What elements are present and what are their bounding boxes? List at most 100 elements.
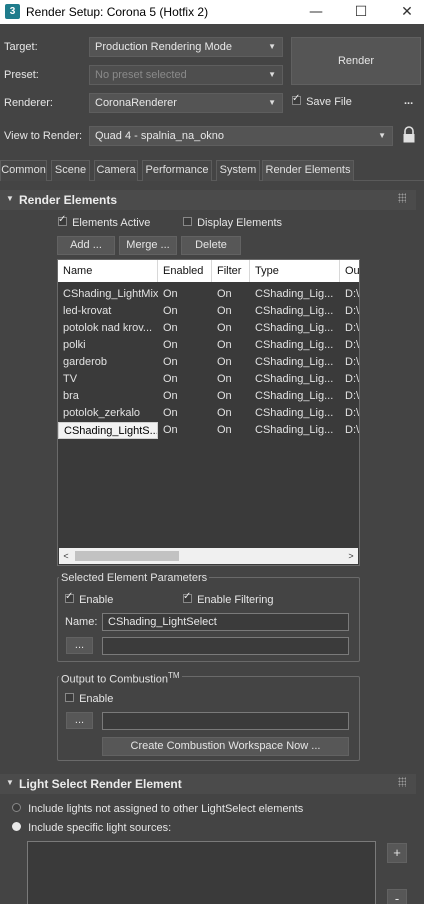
render-button[interactable]: Render xyxy=(291,37,421,85)
column-header-name[interactable]: Name xyxy=(58,260,158,282)
column-header-type[interactable]: Type xyxy=(250,260,340,282)
table-row[interactable]: CShading_LightS... On On CShading_Lig... D:\ xyxy=(58,422,359,439)
row-type-cell: CShading_Lig... xyxy=(255,305,334,317)
combustion-title: Output to CombustionTM xyxy=(59,671,182,686)
row-output-cell: D:\ xyxy=(345,373,359,385)
trademark-mark: TM xyxy=(168,671,180,680)
collapse-triangle-icon: ▼ xyxy=(6,194,14,203)
radio-on-icon xyxy=(12,822,21,831)
renderer-dropdown[interactable]: CoronaRenderer ▼ xyxy=(89,93,283,113)
table-row[interactable]: led-krovat On On CShading_Lig... D:\ xyxy=(58,303,359,320)
row-enabled-cell: On xyxy=(163,288,178,300)
scroll-right-icon[interactable]: > xyxy=(344,548,358,564)
light-sources-list[interactable] xyxy=(27,841,376,904)
row-enabled-cell: On xyxy=(163,305,178,317)
row-filter-cell: On xyxy=(217,288,232,300)
grip-icon[interactable] xyxy=(398,193,406,203)
renderer-label: Renderer: xyxy=(4,97,53,109)
row-name-cell: bra xyxy=(63,390,79,402)
create-combustion-workspace-button[interactable]: Create Combustion Workspace Now ... xyxy=(102,737,349,756)
tab-common[interactable]: Common xyxy=(0,160,47,181)
combustion-enable-checkbox[interactable]: Enable xyxy=(65,693,113,705)
row-name-cell: polki xyxy=(63,339,86,351)
delete-element-button[interactable]: Delete xyxy=(181,236,241,255)
horizontal-scrollbar[interactable]: < > xyxy=(59,548,358,564)
preset-label: Preset: xyxy=(4,69,39,81)
preset-value: No preset selected xyxy=(95,69,187,81)
scrollbar-thumb[interactable] xyxy=(75,551,179,561)
scroll-left-icon[interactable]: < xyxy=(59,548,73,564)
column-header-enabled[interactable]: Enabled xyxy=(158,260,212,282)
render-elements-list[interactable]: Name Enabled Filter Type Ou CShading_Lig… xyxy=(57,259,360,566)
output-path-input[interactable] xyxy=(102,637,349,655)
table-row[interactable]: garderob On On CShading_Lig... D:\ xyxy=(58,354,359,371)
row-enabled-cell: On xyxy=(163,339,178,351)
table-row[interactable]: potolok nad krov... On On CShading_Lig... D:… xyxy=(58,320,359,337)
add-light-button[interactable]: + xyxy=(387,843,407,863)
column-header-output[interactable]: Ou xyxy=(340,260,359,282)
view-value: Quad 4 - spalnia_na_okno xyxy=(95,130,225,142)
add-element-button[interactable]: Add ... xyxy=(57,236,115,255)
table-row[interactable]: TV On On CShading_Lig... D:\ xyxy=(58,371,359,388)
radio-specific-lights[interactable]: Include specific light sources: xyxy=(12,822,171,834)
render-elements-rollout-header[interactable]: ▼ Render Elements xyxy=(0,190,416,210)
column-header-filter[interactable]: Filter xyxy=(212,260,250,282)
row-name-cell: potolok nad krov... xyxy=(63,322,153,334)
row-output-cell: D:\ xyxy=(345,356,359,368)
close-icon[interactable]: ✕ xyxy=(393,2,421,22)
enable-filtering-checkbox[interactable]: Enable Filtering xyxy=(183,591,274,606)
row-type-cell: CShading_Lig... xyxy=(255,356,334,368)
row-filter-cell: On xyxy=(217,390,232,402)
row-name-cell: garderob xyxy=(63,356,108,368)
merge-element-button[interactable]: Merge ... xyxy=(119,236,177,255)
remove-light-button[interactable]: - xyxy=(387,889,407,904)
check-icon xyxy=(65,591,74,603)
light-select-rollout-header[interactable]: ▼ Light Select Render Element xyxy=(0,774,416,794)
view-to-render-dropdown[interactable]: Quad 4 - spalnia_na_okno ▼ xyxy=(89,126,393,146)
radio-not-assigned[interactable]: Include lights not assigned to other Lig… xyxy=(12,803,303,815)
combustion-browse-button[interactable]: ... xyxy=(66,712,93,729)
target-label: Target: xyxy=(4,41,38,53)
selected-parameters-title: Selected Element Parameters xyxy=(59,572,210,584)
title-bar: 3 Render Setup: Corona 5 (Hotfix 2) — ☐ … xyxy=(0,0,424,24)
tab-performance[interactable]: Performance xyxy=(142,160,212,181)
tab-system[interactable]: System xyxy=(216,160,260,181)
row-output-cell: D:\ xyxy=(345,390,359,402)
browse-output-button[interactable]: ... xyxy=(66,637,93,654)
target-dropdown[interactable]: Production Rendering Mode ▼ xyxy=(89,37,283,57)
row-output-cell: D:\ xyxy=(345,424,359,436)
minimize-icon[interactable]: — xyxy=(302,2,330,22)
grip-icon[interactable] xyxy=(398,777,406,787)
table-row[interactable]: potolok_zerkalo On On CShading_Lig... D:\ xyxy=(58,405,359,422)
tab-scene[interactable]: Scene xyxy=(51,160,90,181)
tab-camera[interactable]: Camera xyxy=(94,160,138,181)
element-name-input[interactable]: CShading_LightSelect xyxy=(102,613,349,631)
check-icon xyxy=(58,214,67,226)
lock-icon[interactable] xyxy=(402,126,416,144)
save-file-checkbox[interactable]: Save File xyxy=(292,93,352,108)
enable-checkbox[interactable]: Enable xyxy=(65,591,113,606)
table-row[interactable]: polki On On CShading_Lig... D:\ xyxy=(58,337,359,354)
collapse-triangle-icon: ▼ xyxy=(6,778,14,787)
preset-dropdown[interactable]: No preset selected ▼ xyxy=(89,65,283,85)
check-icon xyxy=(292,93,301,105)
row-filter-cell: On xyxy=(217,356,232,368)
enable-filtering-label: Enable Filtering xyxy=(197,594,274,606)
combustion-path-input[interactable] xyxy=(102,712,349,730)
more-options-button[interactable]: ... xyxy=(404,95,413,107)
display-elements-checkbox[interactable]: Display Elements xyxy=(183,217,282,229)
maximize-icon[interactable]: ☐ xyxy=(347,2,375,22)
tab-render-elements[interactable]: Render Elements xyxy=(262,160,354,181)
light-select-title: Light Select Render Element xyxy=(19,777,182,791)
table-row[interactable]: CShading_LightMix On On CShading_Lig... D:\ xyxy=(58,286,359,303)
renderer-value: CoronaRenderer xyxy=(95,97,177,109)
row-filter-cell: On xyxy=(217,339,232,351)
view-to-render-label: View to Render: xyxy=(4,130,83,142)
display-elements-label: Display Elements xyxy=(197,217,283,229)
checkbox-icon xyxy=(183,217,192,226)
elements-active-label: Elements Active xyxy=(72,217,151,229)
rollout-title: Render Elements xyxy=(19,193,118,207)
table-row[interactable]: bra On On CShading_Lig... D:\ xyxy=(58,388,359,405)
elements-active-checkbox[interactable]: Elements Active xyxy=(58,214,151,229)
row-enabled-cell: On xyxy=(163,407,178,419)
